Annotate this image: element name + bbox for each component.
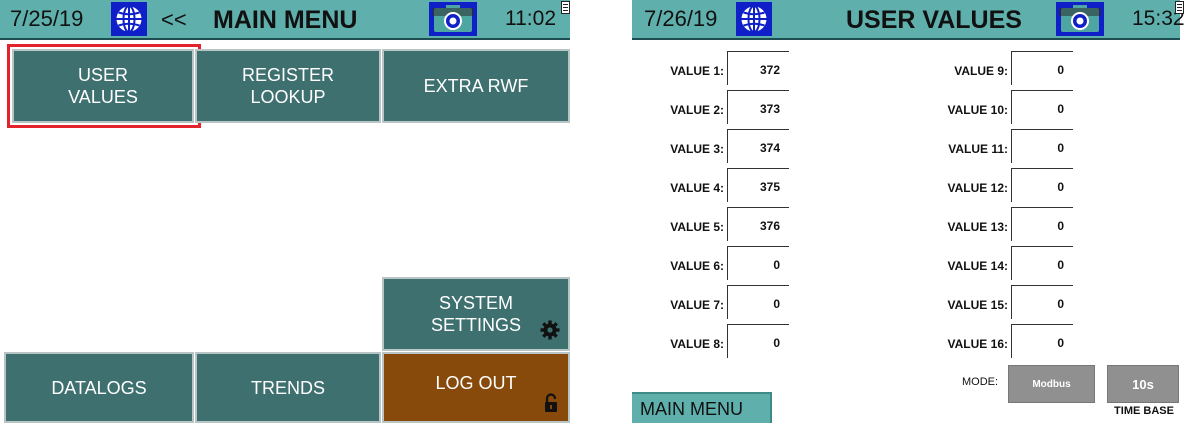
value-field-1[interactable]: 372	[727, 51, 789, 85]
mode-label: MODE:	[962, 376, 999, 388]
extra-rwf-label: EXTRA RWF	[423, 76, 529, 96]
main-menu-screen: 7/25/19 << MAIN MENU 11:02 USER VALUES RE…	[0, 0, 578, 423]
selection-highlight	[7, 44, 201, 128]
value-label-10: VALUE 10:	[947, 103, 1008, 117]
value-label-7: VALUE 7:	[670, 298, 724, 312]
unlock-icon	[545, 393, 557, 412]
value-label-16: VALUE 16:	[947, 337, 1008, 351]
mode-button[interactable]: Modbus	[1008, 365, 1095, 403]
camera-icon[interactable]	[429, 2, 477, 36]
header-bar: 7/26/19 USER VALUES 15:32	[632, 0, 1185, 40]
value-label-6: VALUE 6:	[670, 259, 724, 273]
value-field-16[interactable]: 0	[1011, 324, 1073, 358]
value-field-5[interactable]: 376	[727, 207, 789, 241]
datalogs-label: DATALOGS	[51, 377, 147, 398]
header-bar: 7/25/19 << MAIN MENU 11:02	[0, 0, 570, 40]
clipboard-icon	[561, 1, 570, 14]
value-label-1: VALUE 1:	[670, 64, 724, 78]
globe-icon[interactable]	[111, 2, 147, 36]
value-label-5: VALUE 5:	[670, 220, 724, 234]
log-out-button[interactable]: LOG OUT	[382, 352, 570, 423]
value-field-6[interactable]: 0	[727, 246, 789, 280]
log-out-label: LOG OUT	[435, 372, 517, 393]
value-label-3: VALUE 3:	[670, 142, 724, 156]
value-field-12[interactable]: 0	[1011, 168, 1073, 202]
page-title: USER VALUES	[846, 6, 1022, 34]
extra-rwf-button[interactable]: EXTRA RWF	[382, 49, 570, 123]
trends-button[interactable]: TRENDS	[195, 352, 381, 423]
header-time: 11:02	[505, 7, 556, 30]
datalogs-button[interactable]: DATALOGS	[4, 352, 194, 423]
user-values-screen: 7/26/19 USER VALUES 15:32 VALUE 1: 372 VAL…	[632, 0, 1187, 423]
time-base-button[interactable]: 10s	[1107, 365, 1179, 403]
value-field-10[interactable]: 0	[1011, 90, 1073, 124]
header-date: 7/26/19	[644, 6, 718, 31]
time-base-label: TIME BASE	[1114, 405, 1174, 417]
value-label-4: VALUE 4:	[670, 181, 724, 195]
value-field-8[interactable]: 0	[727, 324, 789, 358]
value-label-15: VALUE 15:	[947, 298, 1008, 312]
value-field-2[interactable]: 373	[727, 90, 789, 124]
value-field-7[interactable]: 0	[727, 285, 789, 319]
register-lookup-button[interactable]: REGISTER LOOKUP	[195, 49, 381, 123]
value-field-11[interactable]: 0	[1011, 129, 1073, 163]
main-menu-button[interactable]: MAIN MENU	[632, 392, 772, 423]
value-label-13: VALUE 13:	[947, 220, 1008, 234]
value-field-15[interactable]: 0	[1011, 285, 1073, 319]
value-label-8: VALUE 8:	[670, 337, 724, 351]
trends-label: TRENDS	[250, 377, 325, 398]
register-lookup-label-line1: REGISTER	[241, 65, 334, 85]
value-field-9[interactable]: 0	[1011, 51, 1073, 85]
value-field-3[interactable]: 374	[727, 129, 789, 163]
page-title: MAIN MENU	[213, 6, 358, 34]
register-lookup-label-line2: LOOKUP	[250, 87, 326, 107]
system-settings-label-line2: SETTINGS	[430, 315, 521, 335]
value-field-14[interactable]: 0	[1011, 246, 1073, 280]
value-field-13[interactable]: 0	[1011, 207, 1073, 241]
globe-icon[interactable]	[736, 2, 772, 36]
value-label-2: VALUE 2:	[670, 103, 724, 117]
value-field-4[interactable]: 375	[727, 168, 789, 202]
value-label-14: VALUE 14:	[947, 259, 1008, 273]
system-settings-button[interactable]: SYSTEM SETTINGS	[382, 277, 570, 351]
system-settings-label-line1: SYSTEM	[438, 293, 513, 313]
value-label-9: VALUE 9:	[954, 64, 1008, 78]
header-date: 7/25/19	[10, 6, 84, 31]
back-button[interactable]: <<	[161, 0, 187, 38]
value-label-11: VALUE 11:	[948, 142, 1008, 156]
value-label-12: VALUE 12:	[947, 181, 1008, 195]
gear-icon	[540, 320, 560, 340]
clipboard-icon	[1175, 1, 1184, 14]
camera-icon[interactable]	[1056, 2, 1104, 36]
